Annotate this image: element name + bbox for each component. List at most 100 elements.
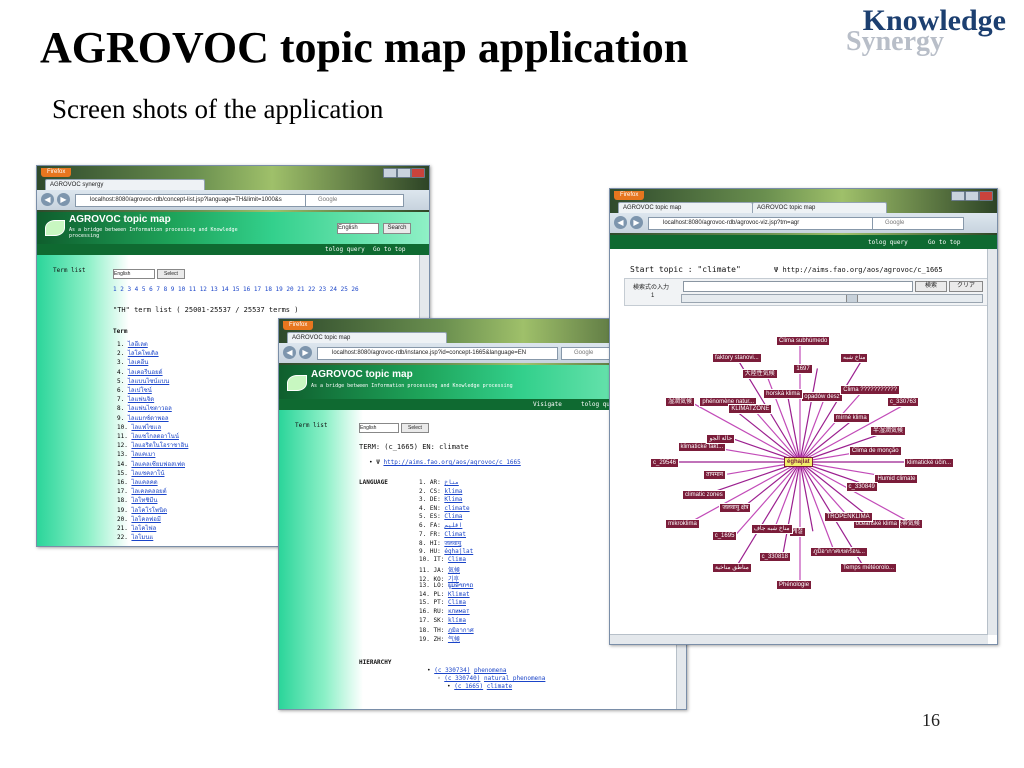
url-bar[interactable]: localhost:8080/agrovoc-rdb/agrovoc-viz.j…: [648, 217, 874, 230]
url-bar[interactable]: localhost:8080/agrovoc-rdb/concept-list.…: [75, 194, 306, 207]
firefox-menu-button[interactable]: Firefox: [41, 168, 72, 177]
language-term-link[interactable]: climate: [444, 505, 469, 512]
graph-node[interactable]: Clima de monção: [848, 445, 902, 456]
select-button[interactable]: Select: [157, 269, 185, 279]
graph-node[interactable]: c_1695: [711, 530, 738, 541]
language-term-link[interactable]: климат: [448, 608, 470, 615]
graph-node[interactable]: مناخ شبه: [840, 352, 869, 363]
close-icon[interactable]: [411, 168, 425, 178]
back-icon[interactable]: ◀: [283, 346, 296, 359]
graph-node[interactable]: horská klima: [763, 388, 803, 399]
back-icon[interactable]: ◀: [614, 216, 627, 229]
term-link[interactable]: ไลโทชิมีน: [131, 497, 157, 504]
term-link[interactable]: ไลแคเมา: [131, 451, 155, 458]
header-search-button[interactable]: Search: [383, 223, 411, 234]
close-icon[interactable]: [979, 191, 993, 201]
language-term-link[interactable]: klíma: [448, 617, 466, 624]
vertical-scrollbar[interactable]: [987, 249, 997, 635]
language-term-link[interactable]: Climat: [444, 531, 466, 538]
graph-node[interactable]: Phénologie: [776, 579, 813, 590]
back-icon[interactable]: ◀: [41, 193, 54, 206]
hierarchy-term-link[interactable]: climate: [487, 683, 512, 690]
depth-slider[interactable]: [681, 294, 983, 303]
language-term-link[interactable]: 气候: [448, 636, 460, 643]
graph-node[interactable]: c_330763: [886, 397, 920, 408]
graph-node[interactable]: مناخ شبه جاف: [750, 524, 793, 535]
language-term-link[interactable]: Klima: [444, 496, 462, 503]
term-link[interactable]: ไลโคลฟอมี: [131, 516, 160, 523]
language-term-link[interactable]: اقلیم: [444, 522, 462, 529]
term-link[interactable]: ไลแบนไซน์แบน: [128, 378, 169, 385]
language-term-link[interactable]: Clima: [444, 513, 462, 520]
term-link[interactable]: ไลแฟนจิด: [128, 396, 154, 403]
nav-tolog-query[interactable]: tolog query: [325, 246, 365, 253]
forward-icon[interactable]: ▶: [630, 216, 643, 229]
graph-node[interactable]: ภูมิอากาศเขตร้อน...: [810, 547, 868, 558]
language-term-link[interactable]: जलवायु: [444, 540, 461, 547]
browser-search-input[interactable]: Google: [872, 217, 964, 230]
nav-go-to-top[interactable]: Go to top: [373, 246, 406, 253]
language-term-link[interactable]: éghajlat: [444, 548, 473, 555]
graph-node[interactable]: Clima subhúmedo: [776, 336, 831, 347]
graph-node[interactable]: TROPENKLIMA: [823, 511, 873, 522]
language-select[interactable]: English: [113, 269, 155, 279]
term-link[interactable]: ไลอีเลต: [128, 341, 148, 348]
url-bar[interactable]: localhost:8080/agrovoc-rdb/instance.jsp?…: [317, 347, 558, 360]
graph-node[interactable]: KLIMATZONE: [728, 404, 773, 415]
language-term-link[interactable]: klima: [444, 488, 462, 495]
term-link[interactable]: ไลแซโกลดอาโนน์: [131, 433, 178, 440]
search-expression-input[interactable]: [683, 281, 913, 292]
graph-center-node[interactable]: éghajlat: [784, 457, 813, 467]
term-link[interactable]: ไลแซคลาโน้: [131, 470, 164, 477]
term-link[interactable]: ไลแฟนไซตาวอล: [128, 405, 172, 412]
hierarchy-code-link[interactable]: (c_1665): [454, 683, 483, 690]
hierarchy-term-link[interactable]: natural phenomena: [484, 675, 545, 682]
graph-node[interactable]: 湿潤気候: [665, 397, 696, 408]
term-link[interactable]: ไลแฟไซเเล: [131, 424, 161, 431]
graph-node[interactable]: c_29546: [650, 458, 680, 468]
term-link[interactable]: ไลแคลคด: [131, 479, 157, 486]
slider-thumb[interactable]: [846, 295, 858, 302]
graph-node[interactable]: तापमान: [703, 470, 726, 481]
graph-node[interactable]: klimatické účin...: [904, 458, 955, 468]
term-link[interactable]: ไลโคไฟล: [131, 525, 156, 532]
horizontal-scrollbar[interactable]: [610, 634, 988, 644]
maximize-icon[interactable]: [965, 191, 979, 201]
term-link[interactable]: ไลโมนแ: [131, 534, 153, 541]
language-term-link[interactable]: Clima: [448, 599, 466, 606]
graph-node[interactable]: 1697: [793, 364, 813, 375]
graph-node[interactable]: Temps météorolo...: [840, 563, 898, 574]
graph-node[interactable]: climatic zones: [682, 490, 726, 501]
graph-node[interactable]: حالة الجو: [706, 433, 736, 444]
maximize-icon[interactable]: [397, 168, 411, 178]
language-term-link[interactable]: مناخ: [444, 479, 458, 486]
forward-icon[interactable]: ▶: [299, 346, 312, 359]
graph-node[interactable]: Humid climate: [874, 474, 919, 485]
graph-node[interactable]: c_330818: [758, 551, 791, 562]
graph-node[interactable]: 大陸性気候: [741, 368, 778, 379]
language-term-link[interactable]: Clima: [448, 556, 466, 563]
nav-visigate[interactable]: Visigate: [533, 401, 562, 408]
language-term-link[interactable]: Klimat: [448, 591, 470, 598]
clear-button[interactable]: クリア: [949, 281, 983, 292]
term-link[interactable]: ไลโคโพเดิล: [128, 350, 159, 357]
nav-go-to-top[interactable]: Go to top: [928, 239, 961, 246]
term-link[interactable]: ไลโคโรโพนิด: [131, 507, 167, 514]
sidebar-term-list[interactable]: Term list: [295, 422, 328, 429]
forward-icon[interactable]: ▶: [57, 193, 70, 206]
graph-node[interactable]: faktory stanovi...: [712, 352, 762, 363]
term-link[interactable]: ไลแคลเซียมฟอสเฟต: [131, 461, 185, 468]
graph-node[interactable]: जलवायु क्षेत्र: [719, 503, 752, 514]
hierarchy-code-link[interactable]: (c_330740): [444, 675, 480, 682]
graph-node[interactable]: 半湿潤気候: [869, 425, 906, 436]
select-button[interactable]: Select: [401, 423, 429, 433]
term-link[interactable]: ไลแมกซ์ดาพอล: [128, 415, 169, 422]
term-link[interactable]: ไลเคลคลอยต์: [131, 488, 166, 495]
graph-node[interactable]: mikroklima: [665, 518, 700, 529]
nav-tolog-query[interactable]: tolog query: [868, 239, 908, 246]
language-select[interactable]: English: [359, 423, 399, 433]
graph-node[interactable]: opadów desz: [801, 391, 843, 402]
language-term-link[interactable]: ພູມອາກາດ: [448, 582, 473, 589]
minimize-icon[interactable]: [383, 168, 397, 178]
minimize-icon[interactable]: [951, 191, 965, 201]
